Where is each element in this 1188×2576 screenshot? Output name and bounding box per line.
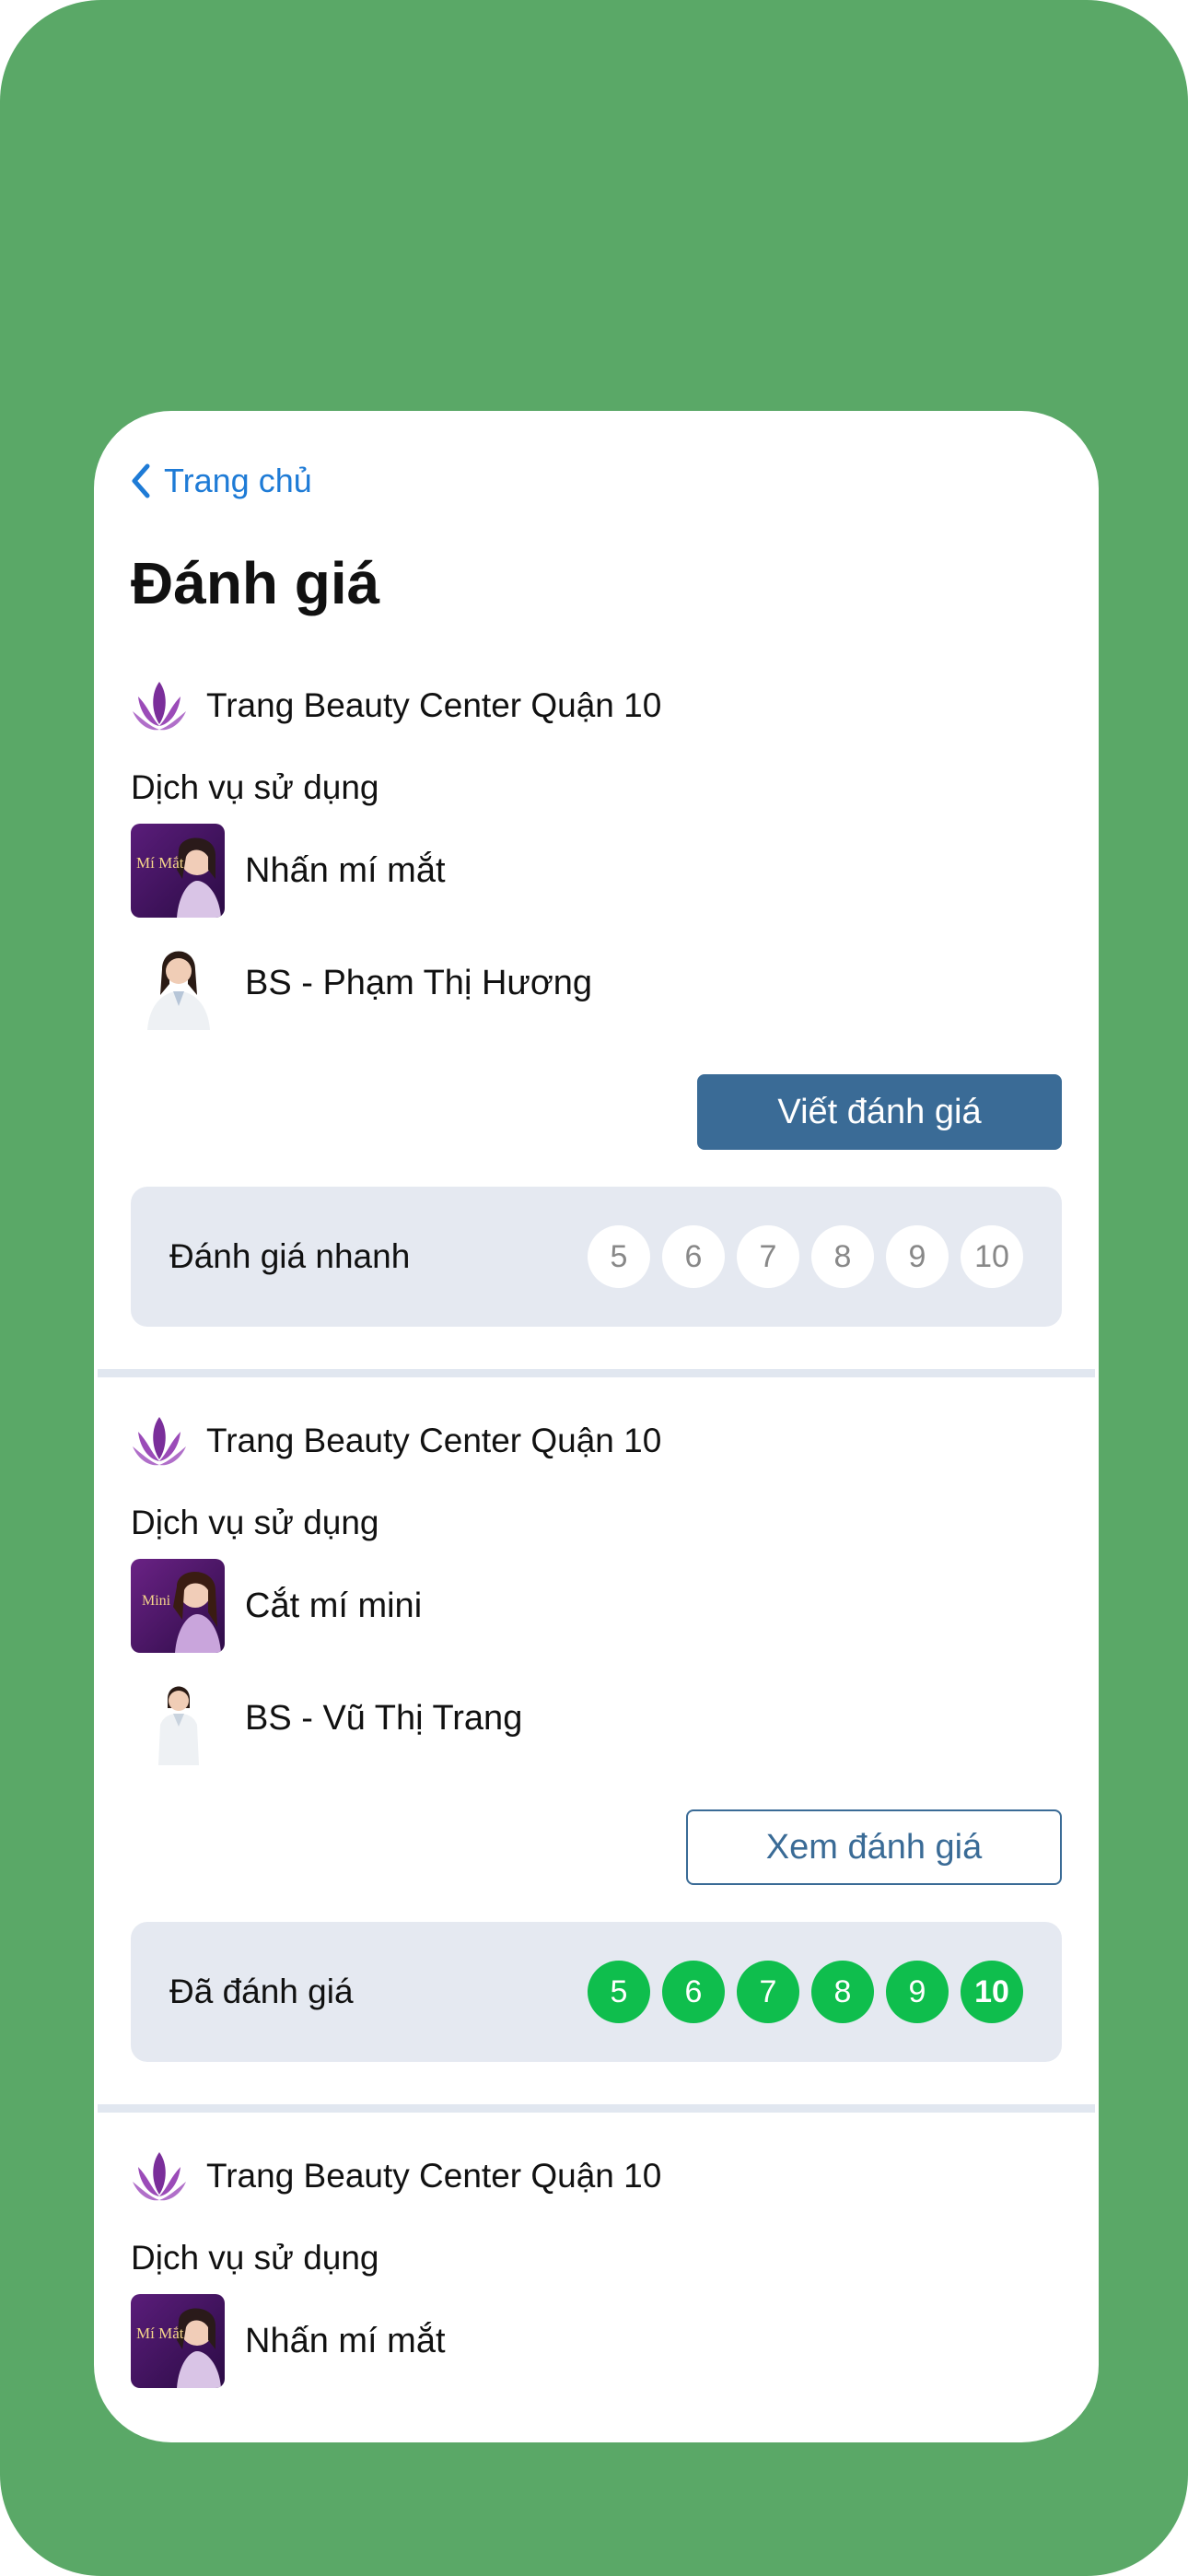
score-badge: 7 xyxy=(737,1961,799,2023)
doctor-item[interactable]: BS - Phạm Thị Hương xyxy=(131,936,592,1030)
score-badge: 8 xyxy=(811,1961,874,2023)
submitted-rating-label: Đã đánh giá xyxy=(169,1973,354,2010)
lotus-logo-icon xyxy=(133,682,186,731)
score-options: 5 6 7 8 9 10 xyxy=(588,1961,1023,2023)
service-item[interactable]: Mí Mắt Nhấn mí mắt xyxy=(131,2294,446,2388)
score-badge: 9 xyxy=(886,1961,949,2023)
write-review-button[interactable]: Viết đánh giá xyxy=(697,1074,1062,1150)
svg-text:Mini: Mini xyxy=(142,1593,171,1609)
center-name: Trang Beauty Center Quận 10 xyxy=(206,2157,662,2195)
service-name: Nhấn mí mắt xyxy=(245,2321,446,2360)
score-button[interactable]: 6 xyxy=(662,1225,725,1288)
svg-text:Mí Mắt: Mí Mắt xyxy=(136,854,184,872)
back-label: Trang chủ xyxy=(164,462,312,499)
view-review-button[interactable]: Xem đánh giá xyxy=(686,1809,1062,1885)
services-label: Dịch vụ sử dụng xyxy=(131,2239,379,2277)
doctor-name: BS - Phạm Thị Hương xyxy=(245,963,593,1002)
lotus-logo-icon xyxy=(133,1417,186,1466)
center-row: Trang Beauty Center Quận 10 xyxy=(131,2147,661,2206)
center-name: Trang Beauty Center Quận 10 xyxy=(206,1422,662,1459)
section-divider xyxy=(98,1369,1095,1377)
doctor-avatar xyxy=(131,1671,225,1765)
center-name: Trang Beauty Center Quận 10 xyxy=(206,686,662,724)
chevron-left-icon xyxy=(132,463,150,498)
selected-score-badge: 10 xyxy=(961,1961,1023,2023)
services-label: Dịch vụ sử dụng xyxy=(131,768,379,806)
doctor-avatar xyxy=(131,936,225,1030)
score-button[interactable]: 5 xyxy=(588,1225,650,1288)
center-row: Trang Beauty Center Quận 10 xyxy=(131,676,661,735)
quick-rating-panel: Đánh giá nhanh 5 6 7 8 9 10 xyxy=(131,1187,1062,1327)
doctor-name: BS - Vũ Thị Trang xyxy=(245,1698,523,1738)
doctor-item[interactable]: BS - Vũ Thị Trang xyxy=(131,1671,522,1765)
service-item[interactable]: Mí Mắt Nhấn mí mắt xyxy=(131,824,446,918)
score-button[interactable]: 7 xyxy=(737,1225,799,1288)
score-badge: 6 xyxy=(662,1961,725,2023)
score-button[interactable]: 8 xyxy=(811,1225,874,1288)
quick-rating-label: Đánh giá nhanh xyxy=(169,1237,411,1275)
service-thumbnail: Mini xyxy=(131,1559,225,1653)
service-thumbnail: Mí Mắt xyxy=(131,824,225,918)
service-name: Nhấn mí mắt xyxy=(245,850,446,890)
services-label: Dịch vụ sử dụng xyxy=(131,1504,379,1541)
back-button[interactable]: Trang chủ xyxy=(129,462,312,500)
center-row: Trang Beauty Center Quận 10 xyxy=(131,1411,661,1470)
service-name: Cắt mí mini xyxy=(245,1586,423,1625)
service-item[interactable]: Mini Cắt mí mini xyxy=(131,1559,422,1653)
review-sheet: Trang chủ Đánh giá Trang Beauty Center Q… xyxy=(94,411,1099,2442)
service-thumbnail: Mí Mắt xyxy=(131,2294,225,2388)
lotus-logo-icon xyxy=(133,2152,186,2201)
submitted-rating-panel: Đã đánh giá 5 6 7 8 9 10 xyxy=(131,1922,1062,2062)
page-title: Đánh giá xyxy=(131,550,380,616)
section-divider xyxy=(98,2104,1095,2113)
score-button[interactable]: 10 xyxy=(961,1225,1023,1288)
svg-text:Mí Mắt: Mí Mắt xyxy=(136,2324,184,2342)
score-button[interactable]: 9 xyxy=(886,1225,949,1288)
score-badge: 5 xyxy=(588,1961,650,2023)
score-options: 5 6 7 8 9 10 xyxy=(588,1225,1023,1288)
app-frame: Trang chủ Đánh giá Trang Beauty Center Q… xyxy=(0,0,1188,2576)
